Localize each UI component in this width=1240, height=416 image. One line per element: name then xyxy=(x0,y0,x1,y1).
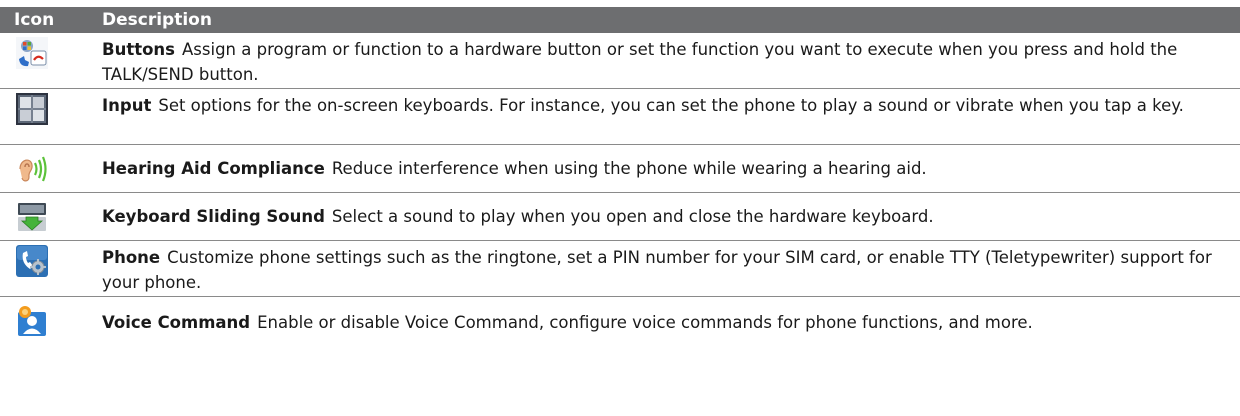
row-text: Enable or disable Voice Command, configu… xyxy=(257,312,1033,332)
table-row: Voice Command Enable or disable Voice Com… xyxy=(0,297,1240,347)
row-term: Hearing Aid Compliance xyxy=(102,159,325,178)
settings-table: Icon Description Buttons Assign a program… xyxy=(0,0,1240,347)
input-icon[interactable] xyxy=(16,93,48,125)
row-term: Buttons xyxy=(102,40,176,59)
row-term: Input xyxy=(102,96,152,115)
phone-settings-icon[interactable] xyxy=(16,245,48,277)
table-row: Input Set options for the on-screen keybo… xyxy=(0,89,1240,145)
row-text: Set options for the on-screen keyboards.… xyxy=(158,96,1184,115)
header-icon-column: Icon xyxy=(14,10,55,30)
table-header: Icon Description xyxy=(0,7,1240,33)
voice-command-icon[interactable] xyxy=(16,306,48,338)
table-row: Keyboard Sliding Sound Select a sound to … xyxy=(0,193,1240,241)
row-text: Assign a program or function to a hardwa… xyxy=(102,40,1178,84)
row-term: Voice Command xyxy=(102,312,251,332)
row-term: Phone xyxy=(102,248,161,267)
table-row: Hearing Aid Compliance Reduce interferenc… xyxy=(0,145,1240,193)
header-description-column: Description xyxy=(102,10,212,30)
row-text: Reduce interference when using the phone… xyxy=(331,159,927,178)
keyboard-sliding-icon[interactable] xyxy=(16,201,48,233)
row-text: Select a sound to play when you open and… xyxy=(331,207,934,226)
row-text: Customize phone settings such as the rin… xyxy=(102,248,1212,292)
table-row: Buttons Assign a program or function to a… xyxy=(0,33,1240,89)
hearing-aid-icon[interactable] xyxy=(16,153,48,185)
row-term: Keyboard Sliding Sound xyxy=(102,207,325,226)
buttons-icon[interactable] xyxy=(16,37,48,69)
table-row: Phone Customize phone settings such as th… xyxy=(0,241,1240,297)
